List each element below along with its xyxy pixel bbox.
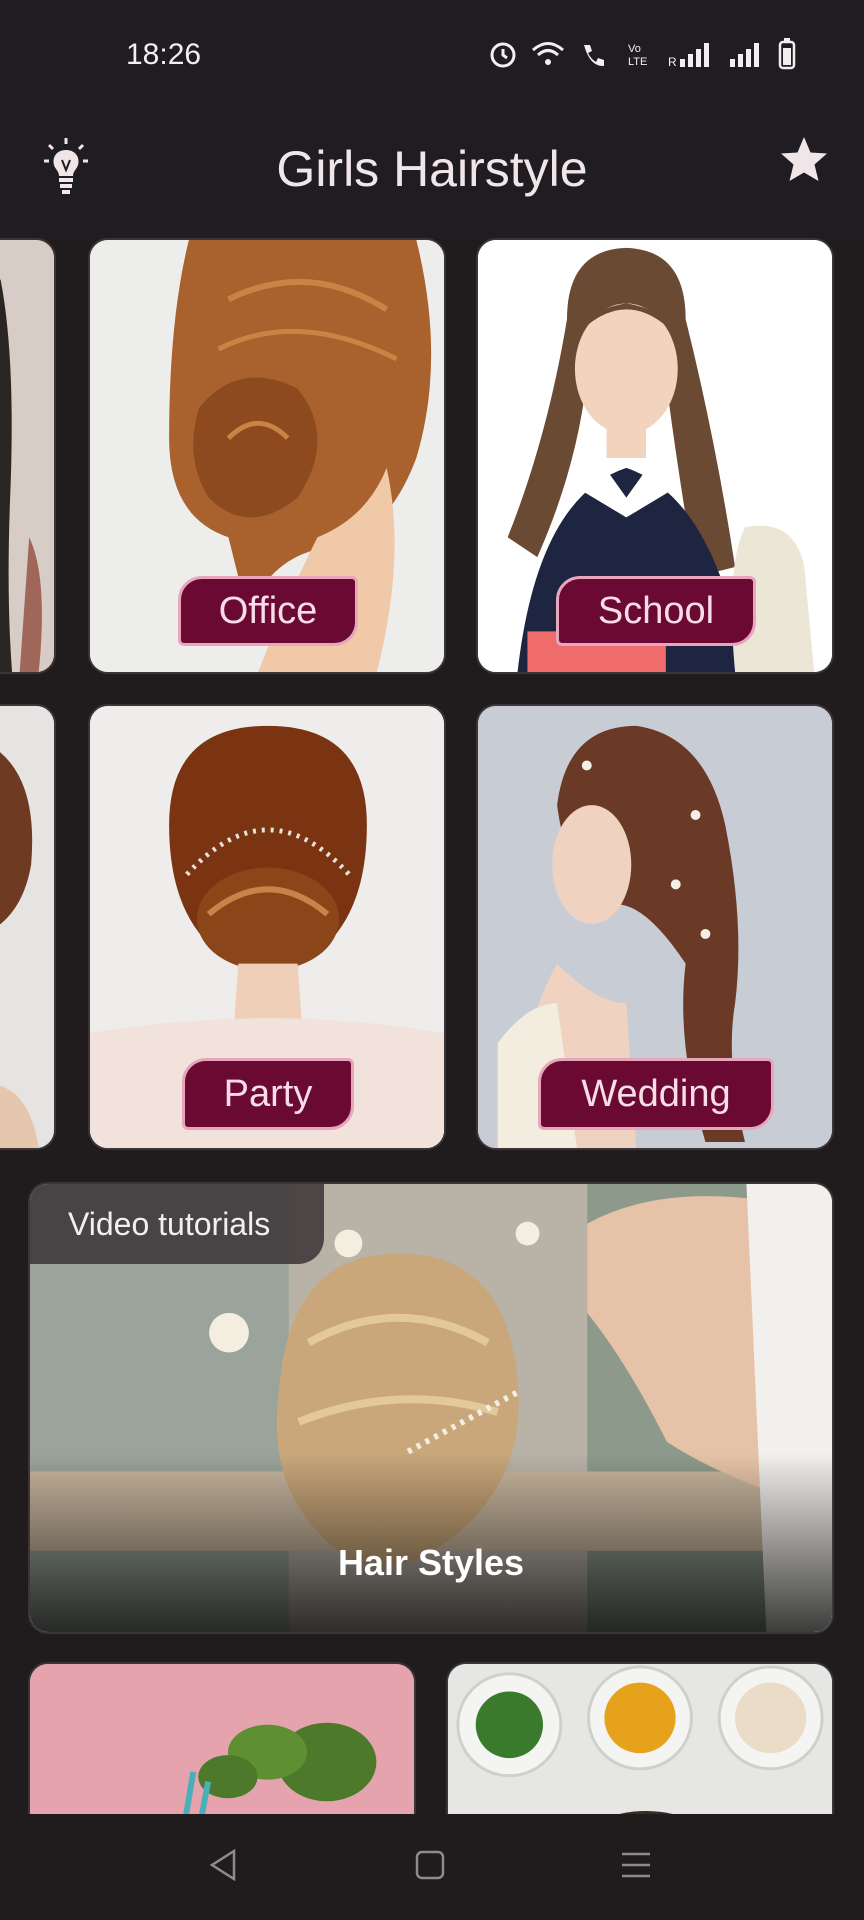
- nav-home-icon[interactable]: [414, 1848, 446, 1887]
- category-card-bottom-left[interactable]: [28, 1662, 416, 1814]
- app-bar: Girls Hairstyle: [0, 110, 864, 238]
- nav-menu-icon[interactable]: [620, 1848, 652, 1887]
- video-tutorials-card[interactable]: Video tutorials Hair Styles: [28, 1182, 834, 1634]
- signal-icon-2: [730, 43, 759, 67]
- ingredients-image: [448, 1664, 832, 1814]
- peek-card-2[interactable]: [0, 704, 56, 1150]
- category-card-wedding[interactable]: Wedding: [476, 704, 834, 1150]
- content-scroll[interactable]: Office School Party Wedding Video tutori…: [0, 238, 864, 1814]
- nav-back-icon[interactable]: [208, 1848, 238, 1887]
- app-title: Girls Hairstyle: [276, 141, 588, 197]
- category-card-bottom-right[interactable]: [446, 1662, 834, 1814]
- status-bar: 18:26 Vo LTE R: [0, 0, 864, 110]
- video-tutorials-badge: Video tutorials: [30, 1184, 324, 1264]
- category-card-party[interactable]: Party: [88, 704, 446, 1150]
- category-label-school: School: [556, 576, 756, 646]
- star-icon[interactable]: [778, 134, 830, 191]
- svg-text:LTE: LTE: [628, 56, 647, 68]
- category-label-office: Office: [178, 576, 358, 646]
- battery-icon: [778, 38, 796, 70]
- wifi-calling-icon: [584, 45, 604, 67]
- category-card-office[interactable]: Office: [88, 238, 446, 674]
- volte-icon: VoLTE: [628, 43, 647, 68]
- alarm-icon: [490, 42, 516, 68]
- svg-text:R: R: [668, 55, 677, 69]
- svg-text:Vo: Vo: [628, 43, 641, 55]
- status-icons: Vo LTE R: [488, 38, 796, 70]
- system-nav-bar: [0, 1814, 864, 1920]
- peek-card-1[interactable]: [0, 238, 56, 674]
- video-caption: Hair Styles: [337, 1542, 525, 1583]
- wifi-icon: [532, 42, 564, 65]
- signal-icon: R: [668, 43, 709, 69]
- plant-image: [30, 1664, 414, 1814]
- category-card-school[interactable]: School: [476, 238, 834, 674]
- category-label-party: Party: [182, 1058, 354, 1130]
- status-time: 18:26: [126, 38, 202, 71]
- category-label-wedding: Wedding: [538, 1058, 774, 1130]
